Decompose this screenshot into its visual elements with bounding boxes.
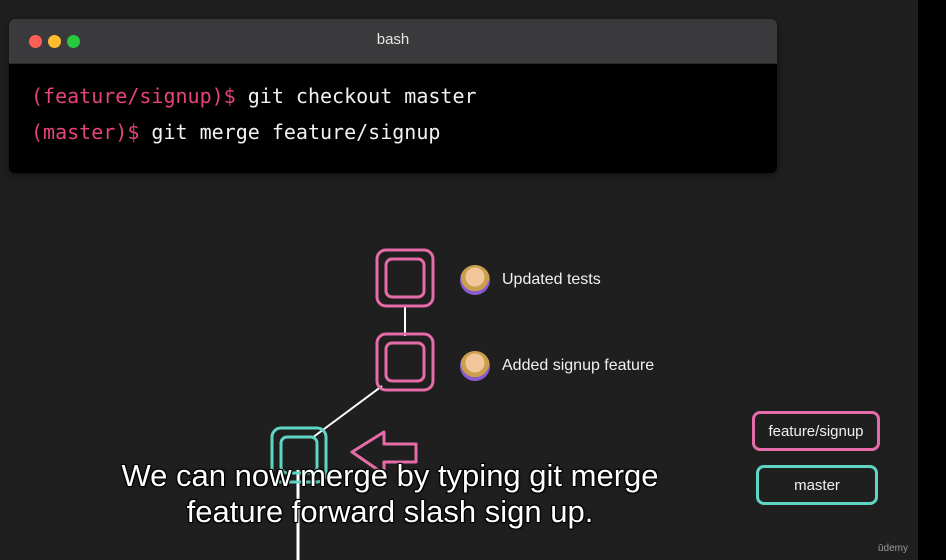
person-raising-hand-icon: [460, 265, 490, 295]
terminal-output[interactable]: (feature/signup)$ git checkout master (m…: [9, 64, 777, 156]
terminal-title: bash: [376, 31, 410, 48]
branch-label-master: master: [756, 465, 878, 505]
shell-prompt: (master)$: [31, 120, 140, 144]
shell-command: git checkout master: [247, 84, 477, 108]
commit-node-added-signup: [375, 332, 435, 392]
commit-label-updated-tests: Updated tests: [502, 271, 601, 288]
video-caption: We can now merge by typing git merge fea…: [30, 458, 750, 530]
terminal-line: (feature/signup)$ git checkout master: [31, 84, 777, 120]
person-raising-hand-icon: [460, 351, 490, 381]
shell-command: git merge feature/signup: [151, 120, 441, 144]
commit-label-added-signup: Added signup feature: [502, 357, 655, 374]
shell-prompt: (feature/signup)$: [31, 84, 236, 108]
terminal-titlebar[interactable]: bash: [9, 19, 777, 64]
caption-line-1: We can now merge by typing git merge: [121, 458, 659, 493]
udemy-watermark: ūdemy: [878, 543, 909, 554]
caption-line-2: feature forward slash sign up.: [186, 494, 594, 529]
terminal-line: (master)$ git merge feature/signup: [31, 120, 777, 156]
branch-label-feature-signup: feature/signup: [752, 411, 880, 451]
terminal-window[interactable]: bash (feature/signup)$ git checkout mast…: [9, 19, 777, 173]
commit-node-updated-tests: [375, 248, 435, 308]
